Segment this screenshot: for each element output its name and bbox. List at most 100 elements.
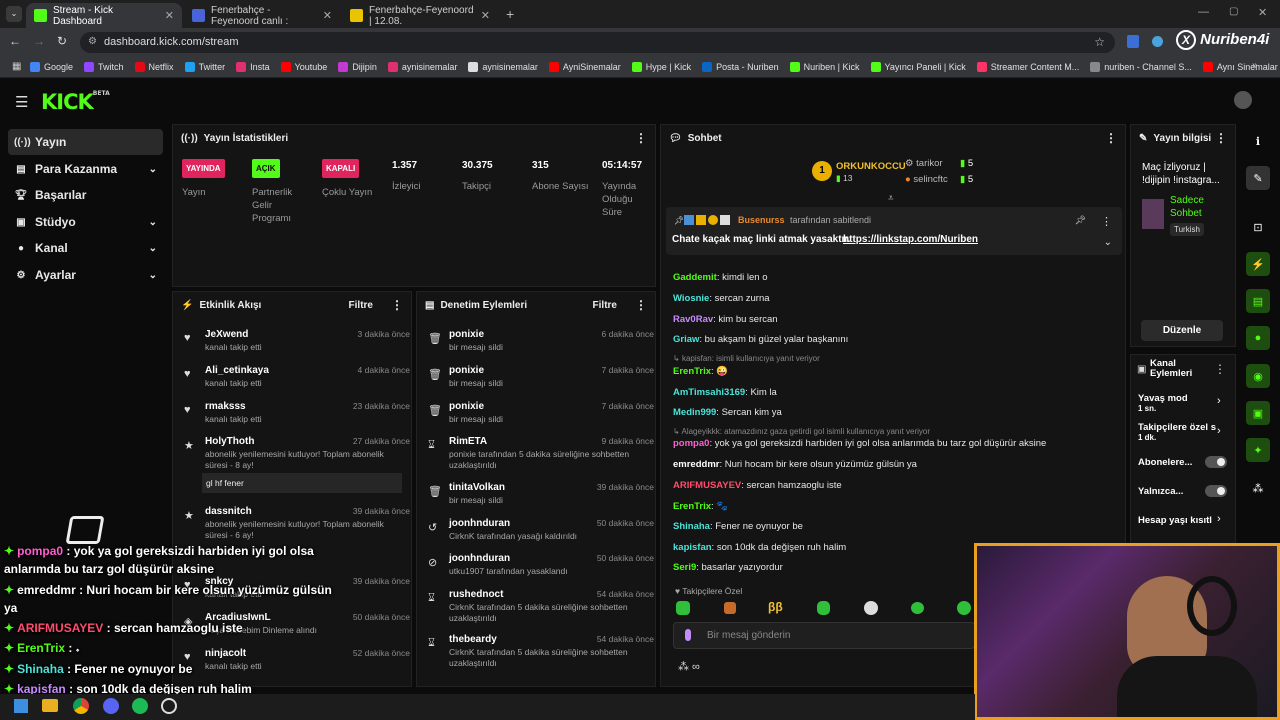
discord-icon[interactable]: [103, 698, 119, 714]
account-age-setting[interactable]: Hesap yaşı kısıtl: [1138, 515, 1212, 526]
subscribers-only-toggle[interactable]: [1205, 456, 1227, 468]
chat-username[interactable]: ErenTrix: [673, 501, 711, 512]
apps-icon[interactable]: ⁂: [1246, 476, 1270, 500]
emote-icon[interactable]: [724, 602, 736, 614]
chrome-icon[interactable]: [73, 698, 89, 714]
chat-username[interactable]: ErenTrix: [673, 366, 711, 377]
emote-icon[interactable]: [911, 602, 924, 614]
more-options-icon[interactable]: ⋮: [635, 298, 647, 312]
edit-icon[interactable]: ✎: [1246, 166, 1270, 190]
chat-username[interactable]: Rav0Rav: [673, 314, 713, 325]
emote-icon[interactable]: [817, 601, 830, 615]
edit-button[interactable]: Düzenle: [1141, 320, 1223, 341]
username[interactable]: JeXwend: [205, 329, 248, 340]
windows-start-icon[interactable]: [14, 699, 28, 713]
username[interactable]: RimETA: [449, 436, 487, 447]
bookmark-item[interactable]: Dijipin: [338, 61, 377, 72]
username[interactable]: HolyThoth: [205, 436, 254, 447]
gifter-3[interactable]: ● selincftc: [905, 174, 948, 185]
extension-icon[interactable]: [1152, 36, 1163, 47]
chat-username[interactable]: emreddmr: [673, 459, 719, 470]
document-icon[interactable]: ▤: [1246, 289, 1270, 313]
bookmark-item[interactable]: Netflix: [134, 61, 174, 72]
username[interactable]: Ali_cetinkaya: [205, 365, 269, 376]
minimize-icon[interactable]: —: [1198, 6, 1209, 18]
category-name[interactable]: Sadece Sohbet: [1170, 194, 1230, 220]
username[interactable]: ponixie: [449, 401, 484, 412]
username[interactable]: rushednoct: [449, 589, 503, 600]
sidebar-item-yayin[interactable]: ((·)) Yayın: [8, 129, 163, 155]
bookmark-item[interactable]: Hype | Kick: [631, 61, 691, 72]
info-icon[interactable]: ℹ: [1246, 129, 1270, 153]
chat-username[interactable]: Medin999: [673, 407, 716, 418]
pinned-link[interactable]: https://linkstap.com/Nuriben: [843, 234, 978, 245]
category-thumbnail[interactable]: [1142, 199, 1164, 229]
filter-button[interactable]: Filtre: [349, 300, 373, 311]
followers-only-setting[interactable]: Takipçilere özel s: [1138, 422, 1216, 433]
bookmarks-overflow-icon[interactable]: »: [1252, 60, 1258, 71]
slow-mode-setting[interactable]: Yavaş mod: [1138, 393, 1188, 404]
unpin-icon[interactable]: 📌︎: [1075, 215, 1086, 226]
wrench-icon[interactable]: ✦: [1246, 438, 1270, 462]
bookmark-item[interactable]: Posta - Nuriben: [702, 61, 779, 72]
hamburger-menu-icon[interactable]: ☰: [15, 93, 28, 111]
bookmark-item[interactable]: nuriben - Channel S...: [1090, 61, 1192, 72]
filter-button[interactable]: Filtre: [593, 300, 617, 311]
reload-icon[interactable]: ↻: [57, 34, 67, 48]
site-info-icon[interactable]: ⚙: [88, 36, 97, 47]
bookmark-item[interactable]: aynisinemalar: [468, 61, 538, 72]
broadcast-icon[interactable]: ◉: [1246, 364, 1270, 388]
chat-username[interactable]: ARIFMUSAYEV: [673, 480, 741, 491]
emote-only-toggle[interactable]: [1205, 485, 1227, 497]
expand-icon[interactable]: ⊡: [1246, 215, 1270, 239]
tab-fenerbahce-live[interactable]: Fenerbahçe - Feyenoord canlı : ✕: [184, 3, 340, 28]
username[interactable]: rmaksss: [205, 401, 246, 412]
lightning-icon[interactable]: ⚡: [1246, 252, 1270, 276]
extension-shield-icon[interactable]: [1127, 35, 1139, 48]
bookmark-item[interactable]: Insta: [236, 61, 270, 72]
emote-icon[interactable]: [957, 601, 971, 615]
microphone-icon[interactable]: [685, 629, 691, 641]
more-options-icon[interactable]: ⋮: [635, 131, 647, 145]
sidebar-item-studyo[interactable]: ▣ Stüdyo ⌄: [8, 209, 163, 235]
close-tab-icon[interactable]: ✕: [323, 9, 332, 22]
new-tab-icon[interactable]: +: [506, 6, 514, 22]
chat-username[interactable]: Seri9: [673, 562, 696, 573]
bookmark-item[interactable]: Youtube: [280, 61, 327, 72]
more-options-icon[interactable]: ⋮: [391, 298, 403, 312]
emote-icon[interactable]: [676, 601, 690, 615]
username[interactable]: ponixie: [449, 329, 484, 340]
chevron-right-icon[interactable]: ›: [1217, 395, 1221, 407]
bookmark-item[interactable]: Streamer Content M...: [976, 61, 1079, 72]
username[interactable]: dassnitch: [205, 506, 252, 517]
chevron-right-icon[interactable]: ›: [1217, 513, 1221, 525]
more-options-icon[interactable]: ⋮: [1105, 131, 1117, 145]
folder-icon[interactable]: [42, 699, 58, 712]
top-gifter-name[interactable]: ORKUNKOCCU: [836, 161, 906, 172]
bookmark-item[interactable]: Yayıncı Paneli | Kick: [870, 61, 966, 72]
gifter-2[interactable]: ⚙ tarikor: [905, 158, 943, 169]
bookmark-item[interactable]: Twitch: [84, 61, 124, 72]
bookmark-item[interactable]: AyniSinemalar: [548, 61, 621, 72]
url-field[interactable]: ⚙ dashboard.kick.com/stream ☆: [80, 32, 1115, 53]
tab-kick-dashboard[interactable]: Stream - Kick Dashboard ✕: [26, 3, 182, 28]
close-tab-icon[interactable]: ✕: [165, 9, 174, 22]
chat-input[interactable]: Bir mesaj gönderin: [673, 622, 975, 649]
more-options-icon[interactable]: ⋮: [1214, 362, 1226, 376]
forward-icon[interactable]: →: [33, 34, 45, 48]
username[interactable]: joonhnduran: [449, 518, 510, 529]
bookmark-star-icon[interactable]: ☆: [1094, 35, 1105, 49]
username[interactable]: joonhnduran: [449, 553, 510, 564]
chat-username[interactable]: Shinaha: [673, 521, 710, 532]
sidebar-item-ayarlar[interactable]: ⚙ Ayarlar ⌄: [8, 262, 163, 288]
more-options-icon[interactable]: ⋮: [1215, 131, 1227, 145]
chevron-right-icon[interactable]: ›: [1217, 425, 1221, 437]
chat-username[interactable]: Gaddemit: [673, 272, 717, 283]
username[interactable]: ninjacolt: [205, 648, 246, 659]
chat-username[interactable]: AmTimsahi3169: [673, 387, 745, 398]
chat-username[interactable]: kapisfan: [673, 542, 712, 553]
tab-fenerbahce-feyenoord[interactable]: Fenerbahçe-Feyenoord | 12.08. ✕: [342, 3, 498, 28]
emote-icon[interactable]: ββ: [768, 600, 783, 614]
sidebar-item-para-kazanma[interactable]: ▤ Para Kazanma ⌄: [8, 156, 163, 182]
chat-username[interactable]: Griaw: [673, 334, 699, 345]
